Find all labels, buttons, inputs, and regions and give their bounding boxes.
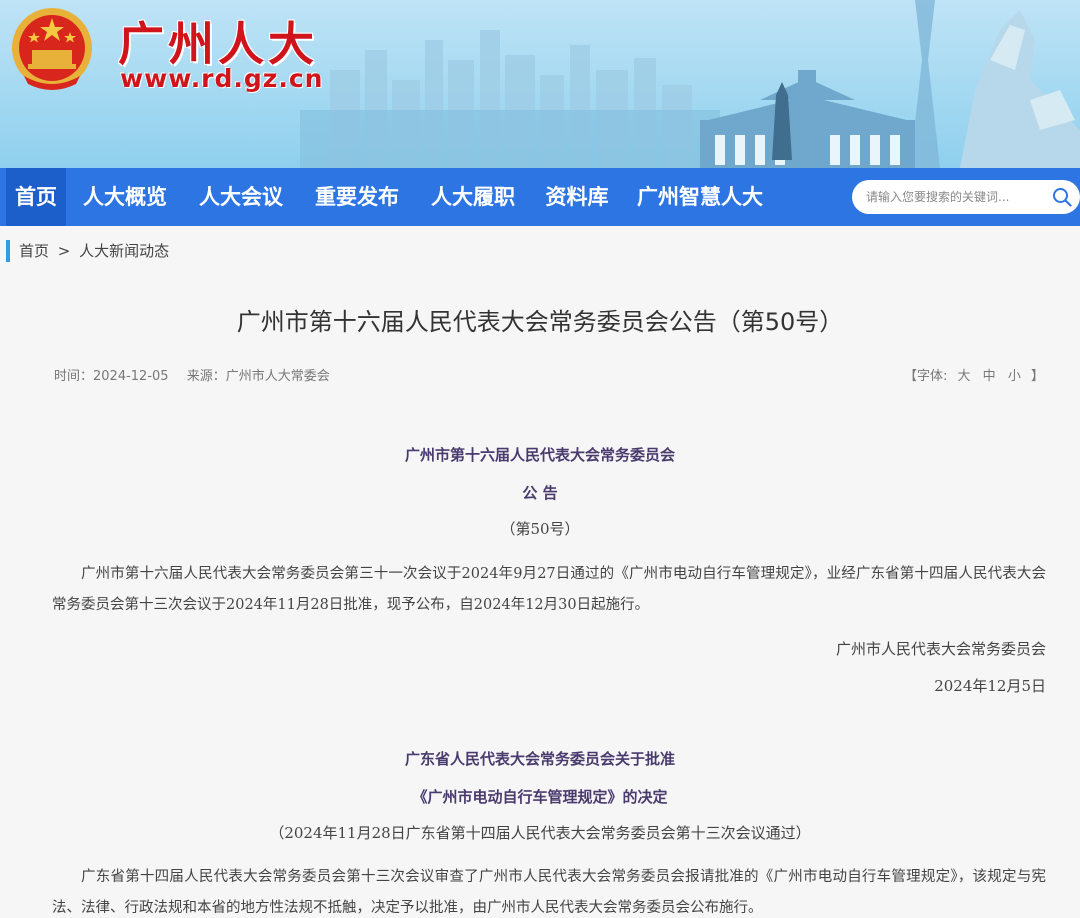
breadcrumb: 首页 > 人大新闻动态 <box>6 240 173 262</box>
search-input[interactable] <box>866 180 1046 214</box>
decision-paragraph: 广东省第十四届人民代表大会常务委员会第十三次会议审查了广州市人民代表大会常务委员… <box>52 869 1046 916</box>
article-source: 来源：广州市人大常委会 <box>186 369 330 384</box>
signature-org: 广州市人民代表大会常务委员会 <box>835 640 1046 658</box>
search-icon[interactable] <box>1052 187 1072 207</box>
nav-item-home[interactable]: 首页 <box>6 168 66 226</box>
decision-title-line1: 广东省人民代表大会常务委员会关于批准 <box>404 750 675 768</box>
article-title: 广州市第十六届人民代表大会常务委员会公告（第50号） <box>236 308 844 336</box>
nav-item-smart[interactable]: 广州智慧人大 <box>628 168 772 226</box>
search-box <box>852 180 1080 214</box>
decision-title-line2: 《广州市电动自行车管理规定》的决定 <box>412 788 668 806</box>
notice-paragraph: 广州市第十六届人民代表大会常务委员会第三十一次会议于2024年9月27日通过的《… <box>52 566 1046 613</box>
breadcrumb-home[interactable]: 首页 <box>19 242 49 260</box>
font-size-close: 】 <box>1030 369 1044 384</box>
header-banner: 广州人大 www.rd.gz.cn <box>0 0 1080 168</box>
nav-item-overview[interactable]: 人大概览 <box>72 168 178 226</box>
font-size-medium[interactable]: 中 <box>983 369 996 384</box>
font-size-small[interactable]: 小 <box>1008 369 1021 384</box>
notice-org: 广州市第十六届人民代表大会常务委员会 <box>404 446 675 464</box>
site-url: www.rd.gz.cn <box>120 64 324 93</box>
notice-word: 公 告 <box>522 484 558 502</box>
article-time: 时间：2024-12-05 <box>54 369 169 384</box>
font-size-control: 【字体: 大 中 小 】 <box>902 365 1046 384</box>
breadcrumb-current[interactable]: 人大新闻动态 <box>79 242 169 260</box>
nav-item-releases[interactable]: 重要发布 <box>304 168 410 226</box>
nav-item-library[interactable]: 资料库 <box>536 168 618 226</box>
font-size-label: 【字体: <box>903 369 948 384</box>
nav-item-duties[interactable]: 人大履职 <box>420 168 526 226</box>
font-size-large[interactable]: 大 <box>958 369 971 384</box>
nav-item-meetings[interactable]: 人大会议 <box>188 168 294 226</box>
notice-number: （第50号） <box>500 520 580 538</box>
breadcrumb-separator: > <box>57 242 71 260</box>
national-emblem-icon <box>12 8 92 90</box>
main-nav: 首页 人大概览 人大会议 重要发布 人大履职 资料库 广州智慧人大 <box>0 168 1080 226</box>
signature-date: 2024年12月5日 <box>934 677 1046 695</box>
decision-note: （2024年11月28日广东省第十四届人民代表大会常务委员会第十三次会议通过） <box>269 824 811 842</box>
article-meta: 时间：2024-12-05 来源：广州市人大常委会 <box>54 365 344 384</box>
